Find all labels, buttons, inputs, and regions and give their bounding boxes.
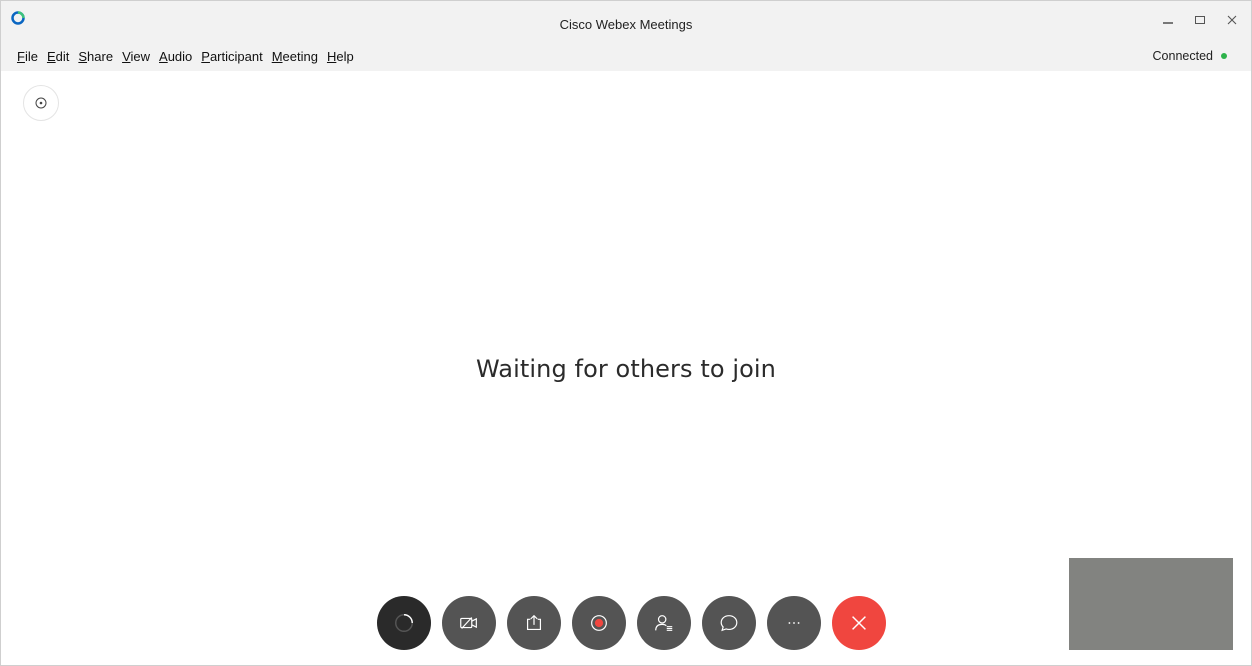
record-icon: [591, 615, 607, 631]
chat-button[interactable]: [702, 596, 756, 650]
spinner-icon: [395, 614, 413, 632]
maximize-button[interactable]: [1191, 11, 1209, 29]
close-icon: [1227, 15, 1237, 25]
meeting-control-bar: [377, 596, 886, 650]
minimize-icon: [1163, 22, 1173, 24]
window-controls: [1159, 11, 1241, 29]
maximize-icon: [1195, 16, 1205, 24]
participants-icon: [655, 615, 673, 631]
participants-button[interactable]: [637, 596, 691, 650]
meeting-info-button[interactable]: [23, 85, 59, 121]
close-button[interactable]: [1223, 11, 1241, 29]
more-icon: [788, 622, 800, 624]
waiting-message: Waiting for others to join: [476, 355, 776, 383]
status-dot-icon: [1221, 53, 1227, 59]
title-bar: Cisco Webex Meetings: [1, 1, 1251, 45]
webex-window: Cisco Webex Meetings File Edit Share Vie…: [0, 0, 1252, 666]
menu-edit[interactable]: Edit: [47, 49, 69, 64]
status-text: Connected: [1152, 49, 1213, 63]
mute-button[interactable]: [377, 596, 431, 650]
info-icon: [35, 97, 47, 109]
menu-help[interactable]: Help: [327, 49, 354, 64]
more-button[interactable]: [767, 596, 821, 650]
record-button[interactable]: [572, 596, 626, 650]
self-view-video[interactable]: [1069, 558, 1233, 650]
chat-icon: [720, 615, 738, 632]
connection-status: Connected: [1153, 49, 1227, 63]
window-title: Cisco Webex Meetings: [559, 17, 693, 32]
menu-meeting[interactable]: Meeting: [272, 49, 318, 64]
menu-audio[interactable]: Audio: [159, 49, 192, 64]
menu-view[interactable]: View: [122, 49, 150, 64]
menu-bar: File Edit Share View Audio Participant M…: [1, 45, 1251, 71]
video-off-icon: [460, 617, 477, 629]
menu-file[interactable]: File: [17, 49, 38, 64]
menu-participant[interactable]: Participant: [201, 49, 262, 64]
menu-share[interactable]: Share: [78, 49, 113, 64]
video-button[interactable]: [442, 596, 496, 650]
minimize-button[interactable]: [1159, 11, 1177, 29]
end-call-button[interactable]: [832, 596, 886, 650]
close-icon: [852, 616, 866, 630]
menu-items: File Edit Share View Audio Participant M…: [17, 49, 354, 64]
share-button[interactable]: [507, 596, 561, 650]
share-icon: [526, 614, 542, 631]
